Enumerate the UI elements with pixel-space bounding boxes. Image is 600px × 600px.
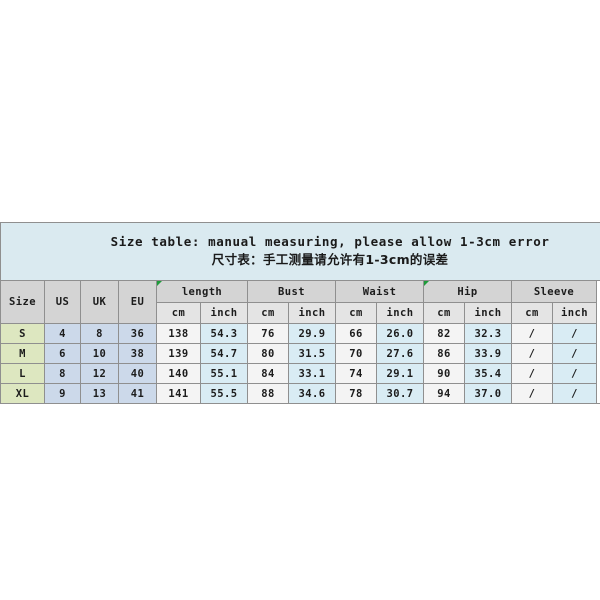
header-group-waist-label: Waist	[362, 285, 397, 298]
cell-bust-inch: 33.1	[288, 363, 336, 384]
cell-length-cm: 139	[156, 343, 201, 364]
cell-hip-cm: 94	[423, 383, 465, 404]
cell-eu: 38	[118, 343, 157, 364]
cell-sleeve-inch: /	[552, 383, 597, 404]
cell-hip-inch: 33.9	[464, 343, 512, 364]
product-thumbnail-cell	[595, 280, 600, 404]
cell-sleeve-inch: /	[552, 323, 597, 344]
cell-length-inch: 55.1	[200, 363, 248, 384]
header-group-bust-label: Bust	[278, 285, 305, 298]
header-group-row: Size US UK EU length Bust Waist Hip Slee…	[0, 280, 600, 404]
cell-bust-cm: 76	[247, 323, 289, 344]
cell-bust-inch: 34.6	[288, 383, 336, 404]
cell-waist-cm: 78	[335, 383, 377, 404]
cell-eu: 40	[118, 363, 157, 384]
cell-size: S	[0, 323, 45, 344]
header-group-waist: Waist	[335, 280, 424, 303]
cell-uk: 10	[80, 343, 119, 364]
cell-size: L	[0, 363, 45, 384]
header-sleeve-inch: inch	[552, 302, 597, 324]
size-chart-page: Size table: manual measuring, please all…	[0, 0, 600, 600]
header-length-cm: cm	[156, 302, 201, 324]
comment-marker-icon	[424, 281, 429, 286]
cell-sleeve-inch: /	[552, 343, 597, 364]
cell-length-inch: 54.7	[200, 343, 248, 364]
header-waist-inch: inch	[376, 302, 424, 324]
cell-sleeve-cm: /	[511, 323, 553, 344]
cell-hip-inch: 37.0	[464, 383, 512, 404]
size-table-container: Size table: manual measuring, please all…	[0, 222, 600, 426]
header-group-sleeve: Sleeve	[511, 280, 597, 303]
size-table: Size table: manual measuring, please all…	[0, 222, 600, 426]
cell-uk: 12	[80, 363, 119, 384]
cell-hip-cm: 90	[423, 363, 465, 384]
cell-hip-cm: 82	[423, 323, 465, 344]
cell-waist-inch: 27.6	[376, 343, 424, 364]
header-group-hip-label: Hip	[457, 285, 478, 298]
header-group-sleeve-label: Sleeve	[533, 285, 575, 298]
title-row: Size table: manual measuring, please all…	[0, 222, 600, 281]
cell-waist-inch: 30.7	[376, 383, 424, 404]
cell-length-cm: 141	[156, 383, 201, 404]
header-waist-cm: cm	[335, 302, 377, 324]
header-group-length: length	[156, 280, 248, 303]
cell-waist-cm: 74	[335, 363, 377, 384]
cell-hip-inch: 35.4	[464, 363, 512, 384]
header-size: Size	[0, 280, 45, 324]
cell-waist-inch: 26.0	[376, 323, 424, 344]
header-hip-cm: cm	[423, 302, 465, 324]
cell-us: 9	[44, 383, 81, 404]
cell-length-inch: 55.5	[200, 383, 248, 404]
cell-us: 6	[44, 343, 81, 364]
comment-marker-icon	[157, 281, 162, 286]
cell-waist-inch: 29.1	[376, 363, 424, 384]
header-bust-cm: cm	[247, 302, 289, 324]
cell-size: XL	[0, 383, 45, 404]
header-group-bust: Bust	[247, 280, 336, 303]
table-row: M 6 10 38 139 54.7 80 31.5 70 27.6 86 33…	[0, 343, 600, 364]
table-row: L 8 12 40 140 55.1 84 33.1 74 29.1 90 35…	[0, 363, 600, 384]
header-bust-inch: inch	[288, 302, 336, 324]
cell-uk: 13	[80, 383, 119, 404]
header-group-hip: Hip	[423, 280, 512, 303]
cell-size: M	[0, 343, 45, 364]
header-hip-inch: inch	[464, 302, 512, 324]
cell-us: 8	[44, 363, 81, 384]
header-uk: UK	[80, 280, 119, 324]
style-code-row: SU3231	[0, 403, 600, 426]
table-row: S 4 8 36 138 54.3 76 29.9 66 26.0 82 32.…	[0, 323, 600, 344]
cell-us: 4	[44, 323, 81, 344]
cell-sleeve-inch: /	[552, 363, 597, 384]
cell-waist-cm: 66	[335, 323, 377, 344]
spacer-cell	[0, 403, 597, 426]
cell-sleeve-cm: /	[511, 383, 553, 404]
cell-eu: 41	[118, 383, 157, 404]
cell-sleeve-cm: /	[511, 363, 553, 384]
cell-bust-inch: 29.9	[288, 323, 336, 344]
header-eu: EU	[118, 280, 157, 324]
cell-bust-cm: 88	[247, 383, 289, 404]
header-sleeve-cm: cm	[511, 302, 553, 324]
cell-waist-cm: 70	[335, 343, 377, 364]
cell-bust-cm: 84	[247, 363, 289, 384]
cell-hip-cm: 86	[423, 343, 465, 364]
header-group-length-label: length	[181, 285, 223, 298]
cell-length-inch: 54.3	[200, 323, 248, 344]
title-chinese: 尺寸表：手工测量请允许有1-3cm的误差	[211, 252, 449, 267]
cell-bust-cm: 80	[247, 343, 289, 364]
style-code: SU3231	[596, 403, 600, 426]
title-cell: Size table: manual measuring, please all…	[0, 222, 600, 281]
cell-eu: 36	[118, 323, 157, 344]
cell-length-cm: 138	[156, 323, 201, 344]
table-row: XL 9 13 41 141 55.5 88 34.6 78 30.7 94 3…	[0, 383, 600, 404]
cell-bust-inch: 31.5	[288, 343, 336, 364]
title-english: Size table: manual measuring, please all…	[110, 233, 550, 249]
cell-uk: 8	[80, 323, 119, 344]
cell-sleeve-cm: /	[511, 343, 553, 364]
cell-hip-inch: 32.3	[464, 323, 512, 344]
header-length-inch: inch	[200, 302, 248, 324]
cell-length-cm: 140	[156, 363, 201, 384]
header-us: US	[44, 280, 81, 324]
